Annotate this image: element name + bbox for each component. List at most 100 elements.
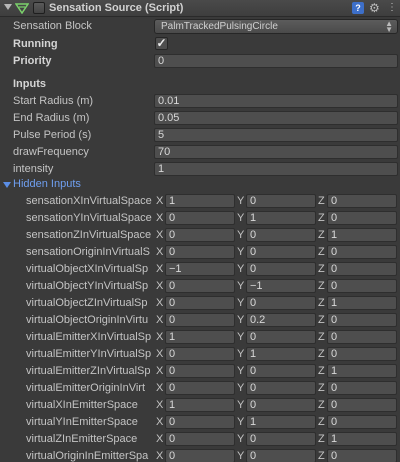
z-value-field[interactable]: 0 [327, 194, 397, 208]
x-axis-label: X [156, 263, 164, 275]
z-value-field[interactable]: 0 [327, 279, 397, 293]
y-value-field[interactable]: 0 [246, 228, 316, 242]
x-value-field[interactable]: 1 [165, 194, 235, 208]
y-value-field[interactable]: 1 [246, 415, 316, 429]
x-axis-label: X [156, 212, 164, 224]
running-label: Running [13, 38, 58, 50]
x-value-field[interactable]: −1 [165, 262, 235, 276]
vector-row-label: virtualOriginInEmitterSpa [26, 450, 149, 462]
y-axis-label: Y [237, 280, 245, 292]
priority-field[interactable]: 0 [154, 54, 398, 68]
z-value-field[interactable]: 0 [327, 245, 397, 259]
x-value-field[interactable]: 1 [165, 330, 235, 344]
z-axis-label: Z [318, 399, 325, 411]
input-value-field[interactable]: 70 [154, 145, 398, 159]
y-value-field[interactable]: 0 [246, 330, 316, 344]
help-icon[interactable]: ? [352, 2, 364, 14]
y-value-field[interactable]: 0 [246, 432, 316, 446]
x-value-field[interactable]: 0 [165, 449, 235, 462]
vector-row-label: virtualEmitterOriginInVirt [26, 382, 145, 394]
x-axis-label: X [156, 314, 164, 326]
z-value-field[interactable]: 0 [327, 381, 397, 395]
z-value-field[interactable]: 0 [327, 347, 397, 361]
x-value-field[interactable]: 0 [165, 381, 235, 395]
hidden-inputs-foldout[interactable]: Hidden Inputs [13, 178, 81, 190]
z-axis-label: Z [318, 195, 325, 207]
z-value-field[interactable]: 1 [327, 432, 397, 446]
y-axis-label: Y [237, 314, 245, 326]
y-value-field[interactable]: 0.2 [246, 313, 316, 327]
z-value-field[interactable]: 0 [327, 398, 397, 412]
x-value-field[interactable]: 0 [165, 347, 235, 361]
y-value-field[interactable]: 0 [246, 364, 316, 378]
input-value-field[interactable]: 0.05 [154, 111, 398, 125]
y-axis-label: Y [237, 416, 245, 428]
x-value-field[interactable]: 0 [165, 415, 235, 429]
vector-row-label: sensationZInVirtualSpace [26, 229, 152, 241]
z-axis-label: Z [318, 212, 325, 224]
input-value-field[interactable]: 5 [154, 128, 398, 142]
sensation-block-dropdown[interactable]: PalmTrackedPulsingCircle ▲ ▼ [154, 19, 398, 34]
y-value-field[interactable]: 0 [246, 262, 316, 276]
dropdown-arrows-icon: ▲ ▼ [385, 19, 393, 34]
y-value-field[interactable]: 0 [246, 296, 316, 310]
running-checkbox[interactable]: ✓ [155, 37, 168, 50]
y-value-field[interactable]: 0 [246, 194, 316, 208]
y-value-field[interactable]: 0 [246, 245, 316, 259]
x-value-field[interactable]: 0 [165, 313, 235, 327]
x-axis-label: X [156, 229, 164, 241]
y-axis-label: Y [237, 246, 245, 258]
vector-row-label: sensationXInVirtualSpace [26, 195, 152, 207]
y-value-field[interactable]: −1 [246, 279, 316, 293]
x-axis-label: X [156, 416, 164, 428]
z-value-field[interactable]: 0 [327, 211, 397, 225]
vector-row-label: virtualZInEmitterSpace [26, 433, 138, 445]
z-value-field[interactable]: 0 [327, 449, 397, 462]
z-axis-label: Z [318, 314, 325, 326]
z-axis-label: Z [318, 331, 325, 343]
z-value-field[interactable]: 1 [327, 228, 397, 242]
inputs-heading: Inputs [13, 78, 46, 90]
priority-label: Priority [13, 55, 52, 67]
x-value-field[interactable]: 0 [165, 245, 235, 259]
y-axis-label: Y [237, 348, 245, 360]
z-value-field[interactable]: 1 [327, 364, 397, 378]
y-value-field[interactable]: 0 [246, 449, 316, 462]
x-axis-label: X [156, 331, 164, 343]
z-axis-label: Z [318, 450, 325, 462]
y-value-field[interactable]: 1 [246, 211, 316, 225]
input-value-field[interactable]: 1 [154, 162, 398, 176]
y-value-field[interactable]: 0 [246, 398, 316, 412]
sensation-block-value: PalmTrackedPulsingCircle [161, 21, 278, 32]
z-value-field[interactable]: 0 [327, 262, 397, 276]
foldout-arrow-icon[interactable] [4, 4, 12, 10]
hidden-inputs-foldout-icon[interactable] [3, 182, 11, 188]
y-value-field[interactable]: 0 [246, 381, 316, 395]
x-axis-label: X [156, 280, 164, 292]
x-value-field[interactable]: 0 [165, 432, 235, 446]
z-value-field[interactable]: 0 [327, 313, 397, 327]
x-value-field[interactable]: 1 [165, 398, 235, 412]
x-axis-label: X [156, 450, 164, 462]
context-menu-icon[interactable]: ⋮ [387, 2, 397, 13]
x-axis-label: X [156, 382, 164, 394]
z-value-field[interactable]: 0 [327, 330, 397, 344]
y-axis-label: Y [237, 212, 245, 224]
x-value-field[interactable]: 0 [165, 211, 235, 225]
z-axis-label: Z [318, 263, 325, 275]
y-axis-label: Y [237, 263, 245, 275]
component-enabled-checkbox[interactable] [33, 2, 45, 14]
z-axis-label: Z [318, 433, 325, 445]
z-value-field[interactable]: 0 [327, 415, 397, 429]
y-value-field[interactable]: 1 [246, 347, 316, 361]
vector-row-label: virtualObjectXInVirtualSp [26, 263, 149, 275]
x-value-field[interactable]: 0 [165, 279, 235, 293]
x-value-field[interactable]: 0 [165, 364, 235, 378]
x-value-field[interactable]: 0 [165, 296, 235, 310]
gear-icon[interactable]: ⚙ [369, 1, 380, 15]
vector-row-label: virtualEmitterXInVirtualSp [26, 331, 152, 343]
input-value-field[interactable]: 0.01 [154, 94, 398, 108]
x-value-field[interactable]: 0 [165, 228, 235, 242]
x-axis-label: X [156, 399, 164, 411]
z-value-field[interactable]: 1 [327, 296, 397, 310]
